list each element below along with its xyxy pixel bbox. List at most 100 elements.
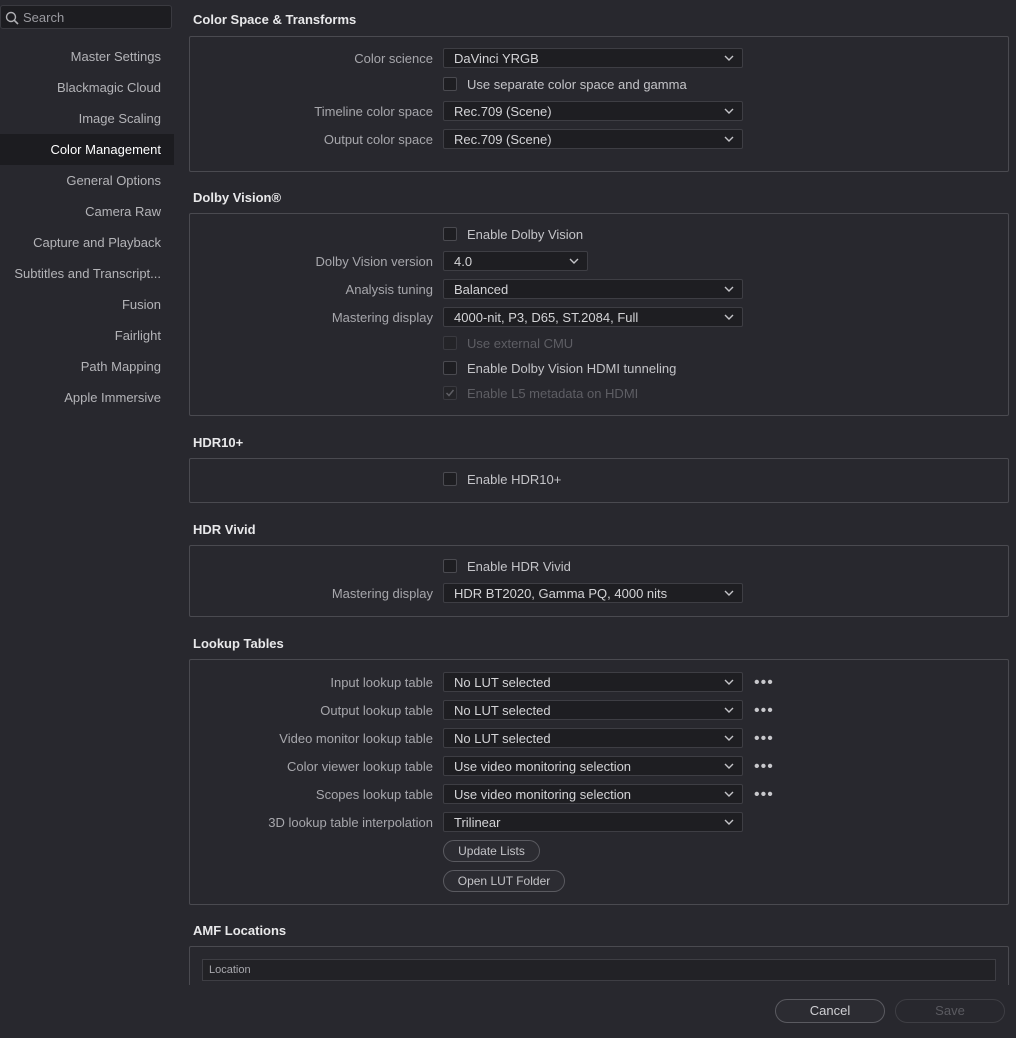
output-color-space-dropdown[interactable]: Rec.709 (Scene) xyxy=(443,129,743,149)
lookup-tables-panel xyxy=(189,659,1009,905)
chevron-down-icon xyxy=(724,136,734,142)
amf-table-header: Location xyxy=(202,959,996,981)
output-lut-value: No LUT selected xyxy=(454,703,551,718)
more-options-icon[interactable]: ••• xyxy=(754,787,774,803)
sidebar-item-apple-immersive[interactable]: Apple Immersive xyxy=(0,382,174,413)
sidebar-item-image-scaling[interactable]: Image Scaling xyxy=(0,103,174,134)
chevron-down-icon xyxy=(724,763,734,769)
output-lut-dropdown[interactable]: No LUT selected xyxy=(443,700,743,720)
amf-column-location: Location xyxy=(209,964,251,976)
footer-bar xyxy=(174,985,1016,1038)
scopes-lut-value: Use video monitoring selection xyxy=(454,787,632,802)
timeline-color-space-value: Rec.709 (Scene) xyxy=(454,104,552,119)
color-science-label: Color science xyxy=(354,51,433,66)
dolby-mastering-label: Mastering display xyxy=(331,310,433,325)
hdmi-tunneling-label: Enable Dolby Vision HDMI tunneling xyxy=(467,361,677,376)
enable-dolby-vision-label: Enable Dolby Vision xyxy=(467,227,584,242)
section-title-lookup-tables: Lookup Tables xyxy=(193,636,284,651)
checkmark-icon xyxy=(445,389,455,397)
analysis-tuning-label: Analysis tuning xyxy=(345,282,433,297)
dolby-mastering-value: 4000-nit, P3, D65, ST.2084, Full xyxy=(454,310,639,325)
sidebar: Search Master Settings Blackmagic Cloud … xyxy=(0,0,174,1038)
external-cmu-checkbox[interactable] xyxy=(443,336,457,350)
sidebar-item-camera-raw[interactable]: Camera Raw xyxy=(0,196,174,227)
lut-interpolation-dropdown[interactable]: Trilinear xyxy=(443,812,743,832)
video-monitor-lut-value: No LUT selected xyxy=(454,731,551,746)
section-title-hdr10: HDR10+ xyxy=(193,435,244,450)
color-viewer-lut-dropdown[interactable]: Use video monitoring selection xyxy=(443,756,743,776)
color-viewer-lut-label: Color viewer lookup table xyxy=(287,759,433,774)
color-science-dropdown[interactable]: DaVinci YRGB xyxy=(443,48,743,68)
search-icon xyxy=(5,11,19,25)
dolby-version-label: Dolby Vision version xyxy=(315,254,433,269)
sidebar-item-general-options[interactable]: General Options xyxy=(0,165,174,196)
timeline-color-space-label: Timeline color space xyxy=(314,104,433,119)
sidebar-item-path-mapping[interactable]: Path Mapping xyxy=(0,351,174,382)
scopes-lut-dropdown[interactable]: Use video monitoring selection xyxy=(443,784,743,804)
chevron-down-icon xyxy=(724,679,734,685)
external-cmu-label: Use external CMU xyxy=(467,336,574,351)
vivid-mastering-label: Mastering display xyxy=(331,586,433,601)
timeline-color-space-dropdown[interactable]: Rec.709 (Scene) xyxy=(443,101,743,121)
separate-color-space-checkbox[interactable] xyxy=(443,77,457,91)
l5-metadata-checkbox[interactable] xyxy=(443,386,457,400)
analysis-tuning-dropdown[interactable]: Balanced xyxy=(443,279,743,299)
color-science-value: DaVinci YRGB xyxy=(454,51,539,66)
hdmi-tunneling-checkbox[interactable] xyxy=(443,361,457,375)
update-lists-button[interactable]: Update Lists xyxy=(443,840,540,862)
input-lut-label: Input lookup table xyxy=(330,675,433,690)
more-options-icon[interactable]: ••• xyxy=(754,703,774,719)
section-title-hdr-vivid: HDR Vivid xyxy=(193,522,256,537)
vivid-mastering-value: HDR BT2020, Gamma PQ, 4000 nits xyxy=(454,586,668,601)
dolby-mastering-dropdown[interactable]: 4000-nit, P3, D65, ST.2084, Full xyxy=(443,307,743,327)
more-options-icon[interactable]: ••• xyxy=(754,759,774,775)
vivid-mastering-dropdown[interactable]: HDR BT2020, Gamma PQ, 4000 nits xyxy=(443,583,743,603)
open-lut-folder-button[interactable]: Open LUT Folder xyxy=(443,870,565,892)
dolby-version-dropdown[interactable]: 4.0 xyxy=(443,251,588,271)
sidebar-item-master-settings[interactable]: Master Settings xyxy=(0,41,174,72)
chevron-down-icon xyxy=(724,819,734,825)
output-lut-label: Output lookup table xyxy=(320,703,433,718)
lut-interpolation-value: Trilinear xyxy=(454,815,501,830)
sidebar-item-color-management[interactable]: Color Management xyxy=(0,134,174,165)
section-title-color-space: Color Space & Transforms xyxy=(193,12,357,27)
search-placeholder: Search xyxy=(23,10,65,25)
sidebar-item-fusion[interactable]: Fusion xyxy=(0,289,174,320)
chevron-down-icon xyxy=(724,314,734,320)
video-monitor-lut-dropdown[interactable]: No LUT selected xyxy=(443,728,743,748)
chevron-down-icon xyxy=(569,258,579,264)
enable-hdr-vivid-checkbox[interactable] xyxy=(443,559,457,573)
separate-color-space-label: Use separate color space and gamma xyxy=(467,77,687,92)
chevron-down-icon xyxy=(724,108,734,114)
chevron-down-icon xyxy=(724,707,734,713)
enable-dolby-vision-checkbox[interactable] xyxy=(443,227,457,241)
input-lut-dropdown[interactable]: No LUT selected xyxy=(443,672,743,692)
chevron-down-icon xyxy=(724,286,734,292)
cancel-button[interactable]: Cancel xyxy=(775,999,885,1023)
dolby-version-value: 4.0 xyxy=(454,254,473,269)
save-button[interactable]: Save xyxy=(895,999,1005,1023)
search-input[interactable]: Search xyxy=(0,5,172,29)
chevron-down-icon xyxy=(724,590,734,596)
output-color-space-value: Rec.709 (Scene) xyxy=(454,132,552,147)
video-monitor-lut-label: Video monitor lookup table xyxy=(279,731,433,746)
enable-hdr10-label: Enable HDR10+ xyxy=(467,472,562,487)
more-options-icon[interactable]: ••• xyxy=(754,731,774,747)
sidebar-item-subtitles[interactable]: Subtitles and Transcript... xyxy=(0,258,174,289)
section-title-dolby-vision: Dolby Vision® xyxy=(193,190,282,205)
input-lut-value: No LUT selected xyxy=(454,675,551,690)
enable-hdr-vivid-label: Enable HDR Vivid xyxy=(467,559,571,574)
chevron-down-icon xyxy=(724,735,734,741)
sidebar-item-blackmagic-cloud[interactable]: Blackmagic Cloud xyxy=(0,72,174,103)
sidebar-item-fairlight[interactable]: Fairlight xyxy=(0,320,174,351)
chevron-down-icon xyxy=(724,55,734,61)
chevron-down-icon xyxy=(724,791,734,797)
hdr-vivid-panel xyxy=(189,545,1009,617)
output-color-space-label: Output color space xyxy=(323,132,433,147)
hdr10-panel xyxy=(189,458,1009,503)
enable-hdr10-checkbox[interactable] xyxy=(443,472,457,486)
lut-interpolation-label: 3D lookup table interpolation xyxy=(268,815,433,830)
sidebar-item-capture-playback[interactable]: Capture and Playback xyxy=(0,227,174,258)
section-title-amf: AMF Locations xyxy=(193,923,287,938)
more-options-icon[interactable]: ••• xyxy=(754,675,774,691)
